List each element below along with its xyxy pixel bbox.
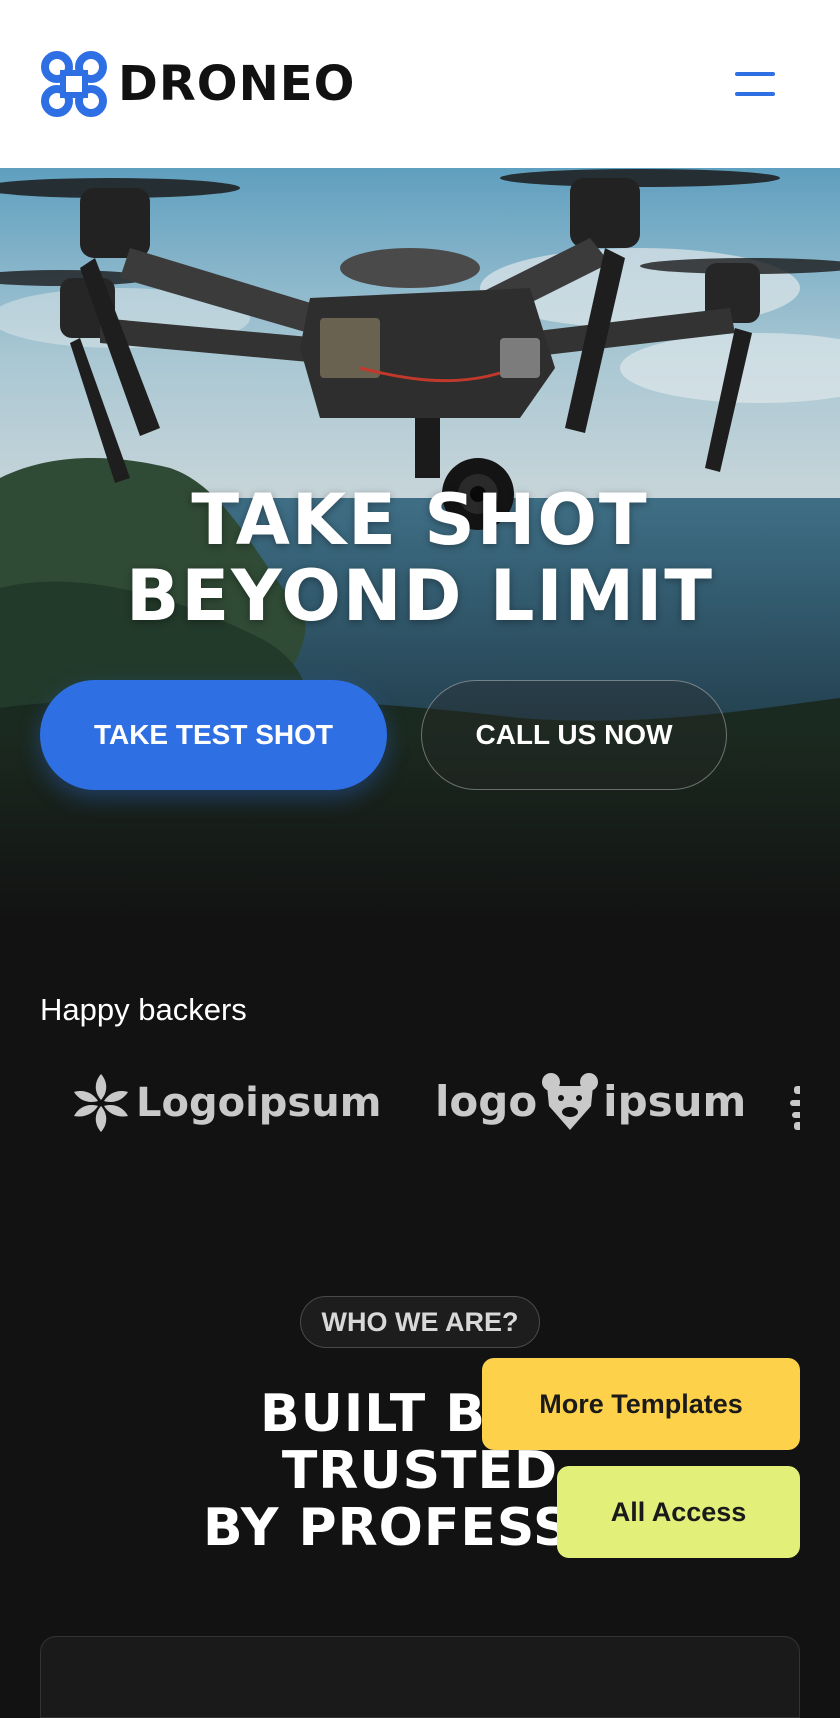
flower-logo-icon	[74, 1074, 128, 1132]
flower-logo-icon	[790, 1086, 800, 1130]
take-test-shot-button[interactable]: TAKE TEST SHOT	[40, 680, 387, 790]
who-we-are-badge: WHO WE ARE?	[300, 1296, 540, 1348]
hamburger-menu-icon[interactable]	[730, 62, 780, 108]
bear-logo-icon	[542, 1073, 599, 1130]
all-access-button[interactable]: All Access	[557, 1466, 800, 1558]
hero-section: TAKE SHOT BEYOND LIMIT TAKE TEST SHOT CA…	[0, 168, 840, 920]
drone-logo-icon	[41, 51, 107, 117]
backers-logo-carousel: Logoipsum logo ipsum	[40, 1060, 800, 1190]
brand-name: DRONEO	[118, 56, 356, 112]
hero-title-line-2: BEYOND LIMIT	[125, 555, 715, 637]
content-card	[40, 1636, 800, 1718]
happy-backers-label: Happy backers	[40, 992, 247, 1027]
more-templates-button[interactable]: More Templates	[482, 1358, 800, 1450]
brand-logo[interactable]: DRONEO	[40, 50, 355, 118]
site-header: DRONEO	[0, 0, 840, 168]
backer-logo-text-left: logo	[435, 1076, 538, 1126]
backer-logo: logo ipsum	[435, 1072, 746, 1130]
backer-logo: Logoipsum	[74, 1074, 381, 1132]
hero-title-line-1: TAKE SHOT	[191, 479, 649, 561]
call-us-now-button[interactable]: CALL US NOW	[421, 680, 727, 790]
hero-title: TAKE SHOT BEYOND LIMIT	[0, 482, 840, 634]
backer-logo-partial	[788, 1084, 800, 1132]
backer-logo-text-right: ipsum	[603, 1076, 747, 1126]
backer-logo-text: Logoipsum	[136, 1080, 382, 1126]
